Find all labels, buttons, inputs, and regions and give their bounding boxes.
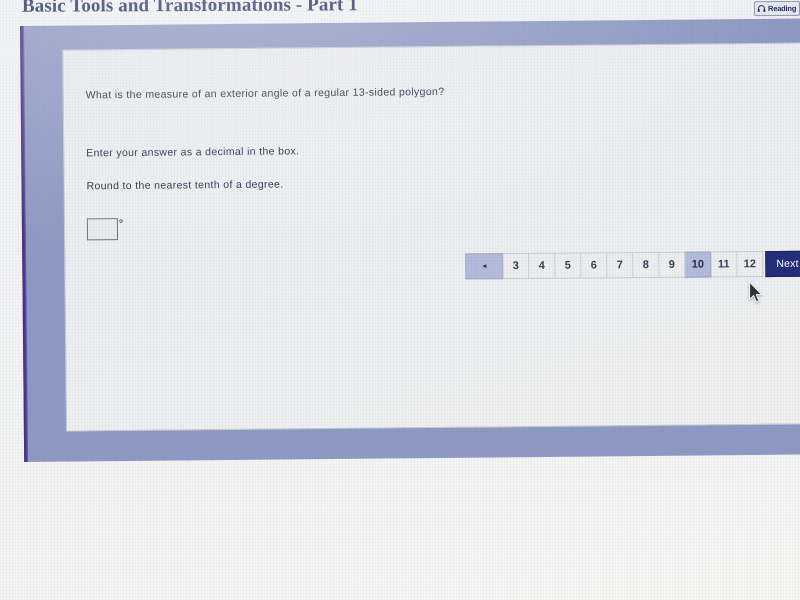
page-title: Basic Tools and Transformations - Part 1 [21, 0, 358, 17]
headphones-icon [757, 5, 766, 12]
page-number-button[interactable]: 11 [711, 251, 738, 278]
reading-button[interactable]: Reading [753, 0, 800, 17]
degree-symbol: ° [118, 218, 124, 231]
assessment-panel-wrapper: What is the measure of an exterior angle… [0, 0, 800, 600]
page-number-button[interactable]: 12 [737, 251, 764, 278]
page-number-button[interactable]: 6 [581, 252, 608, 279]
next-button[interactable]: Next ▪ [765, 250, 800, 278]
screen-photo-surface: What is the measure of an exterior angle… [0, 0, 800, 600]
instruction-decimal-text: Enter your answer as a decimal in the bo… [86, 145, 300, 160]
answer-row: ° [86, 218, 124, 241]
panel-left-accent-rail [20, 25, 29, 462]
page-number-button[interactable]: 7 [607, 252, 634, 279]
question-content-card: What is the measure of an exterior angle… [62, 41, 800, 432]
page-number-button-active[interactable]: 10 [685, 251, 712, 278]
page-number-button[interactable]: 5 [555, 252, 582, 279]
chevron-left-icon: ◂ [482, 261, 487, 271]
pagination-bar: ◂ 3 4 5 6 7 8 9 10 11 12 Next ▪ [465, 250, 800, 280]
reading-button-label: Reading [767, 3, 797, 14]
question-body: What is the measure of an exterior angle… [86, 83, 607, 194]
assessment-panel: What is the measure of an exterior angle… [20, 17, 800, 462]
next-button-label: Next [776, 257, 799, 270]
question-prompt-text: What is the measure of an exterior angle… [85, 85, 445, 102]
previous-page-button[interactable]: ◂ [465, 253, 504, 280]
page-number-button[interactable]: 9 [659, 251, 686, 278]
page-number-button[interactable]: 8 [633, 251, 660, 279]
instruction-round-text: Round to the nearest tenth of a degree. [86, 177, 284, 192]
page-number-button[interactable]: 4 [529, 252, 556, 279]
page-number-button[interactable]: 3 [503, 252, 530, 280]
answer-input[interactable] [86, 218, 119, 241]
mouse-pointer-icon [748, 281, 763, 303]
